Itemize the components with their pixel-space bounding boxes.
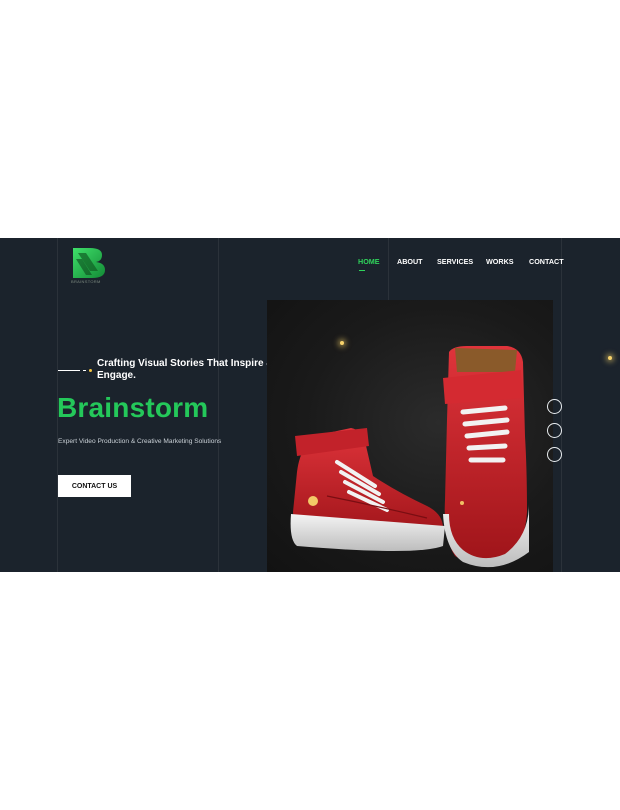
logo-text: BRAINSTORM [71,279,101,284]
glow-orb [460,501,464,505]
contact-us-button[interactable]: CONTACT US [58,475,131,497]
hero-subtitle: Expert Video Production & Creative Marke… [58,438,222,445]
decor-dash [83,370,86,371]
nav-contact[interactable]: CONTACT [529,257,564,266]
decor-line [58,370,80,371]
slider-dot-3[interactable] [547,447,562,462]
slider-dot-1[interactable] [547,399,562,414]
nav-services[interactable]: SERVICES [437,257,473,266]
right-sneaker [443,346,529,568]
glow-orb [608,356,612,360]
sneakers-photo [267,300,553,572]
grid-line [218,238,219,572]
hero-tagline: Crafting Visual Stories That Inspire & E… [97,358,274,381]
nav-active-underline [359,270,365,271]
left-sneaker [290,428,445,551]
nav-home[interactable]: HOME [358,257,380,266]
slider-dot-2[interactable] [547,423,562,438]
glow-orb [340,341,344,345]
hero-title: Brainstorm [57,392,209,423]
glow-orb [308,496,318,506]
hero-section: BRAINSTORM HOME ABOUT SERVICES WORKS CON… [0,238,620,572]
nav-works[interactable]: WORKS [486,257,514,266]
nav-about[interactable]: ABOUT [397,257,423,266]
decor-dot [89,369,92,372]
